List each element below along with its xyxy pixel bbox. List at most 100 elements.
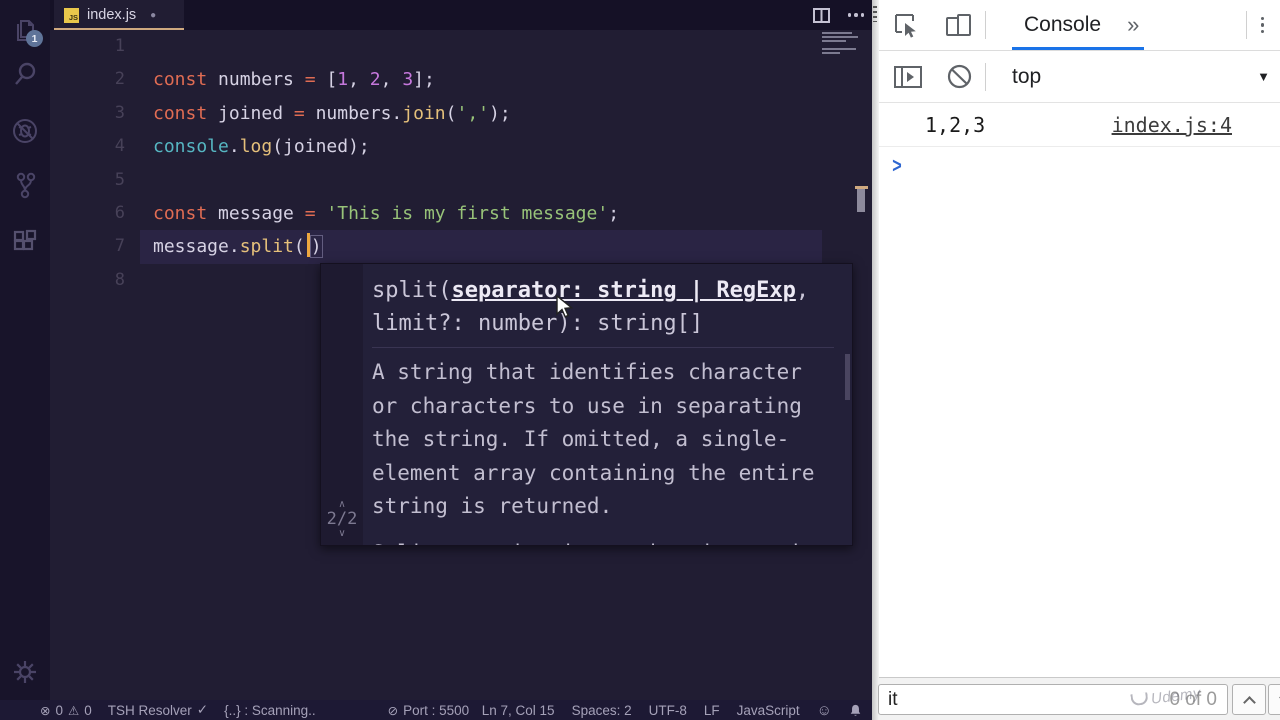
line-number: 6 [114,202,125,223]
javascript-file-icon: JS [64,7,79,23]
problems-indicator[interactable]: ⊗ 0 ⚠ 0 [40,702,92,718]
screen: 1 JS index.js ● 1 2 const numbers = [1, … [0,0,1280,720]
hint-pager-gutter: ∧ 2/2 ∨ [321,264,363,545]
code-line[interactable]: 5 [50,164,872,197]
bell-icon[interactable] [849,704,862,717]
find-query-text: it [888,688,898,710]
code-text: const message = 'This is my first messag… [153,202,620,224]
vscode-window: 1 JS index.js ● 1 2 const numbers = [1, … [0,0,872,720]
toolbar-divider [1245,11,1247,39]
clear-console-icon[interactable] [946,63,973,90]
find-bar: it 0 of 0 Udemy [878,677,1280,720]
line-number: 7 [114,236,125,257]
check-icon: ✓ [196,702,209,717]
code-line[interactable]: 7 message.split() [50,230,872,264]
search-icon[interactable] [0,60,50,88]
extensions-icon[interactable] [0,228,50,256]
code-text: const numbers = [1, 2, 3]; [153,69,435,91]
hint-signature: split(separator: string | RegExp, limit?… [372,274,834,348]
context-dropdown-icon[interactable]: ▼ [1257,69,1270,84]
code-line[interactable]: 1 [50,30,872,63]
code-line[interactable]: 3 const joined = numbers.join(','); [50,97,872,130]
find-next-icon[interactable] [1268,684,1280,715]
warning-count: 0 [84,702,92,718]
unsaved-dot-icon: ● [150,9,157,21]
tab-indexjs[interactable]: JS index.js ● [54,0,184,30]
find-input[interactable]: it 0 of 0 [878,684,1228,715]
matching-bracket: ) [309,235,323,259]
tab-bar: JS index.js ● [50,0,872,30]
split-editor-icon[interactable] [812,7,830,23]
feedback-smiley-icon[interactable]: ☺ [817,702,832,719]
console-prompt-row[interactable]: > [879,147,1280,185]
hint-scrollbar[interactable] [845,354,850,400]
devtools-panel: Console » top ▼ 1,2,3 index.js:4 > it 0 … [872,0,1280,720]
find-match-count: 0 of 0 [1169,688,1217,710]
line-number: 1 [114,36,125,56]
active-tab-indicator [1012,47,1144,50]
line-number: 8 [114,269,125,290]
hint-next-icon[interactable]: ∨ [338,529,345,539]
tab-console[interactable]: Console [1024,13,1101,37]
hint-active-param: separator: string | RegExp [451,278,796,303]
code-line[interactable]: 4 console.log(joined); [50,130,872,163]
hint-documentation: A string that identifies character or ch… [372,348,834,546]
console-log-value[interactable]: 1,2,3 [925,113,985,137]
errors-icon: ⊗ [40,703,51,718]
line-number: 3 [114,102,125,123]
minimap[interactable] [822,32,862,56]
hint-summary-doc: Split a string into substrings using the… [372,537,834,546]
more-actions-icon[interactable] [847,13,864,17]
hint-param-doc: A string that identifies character or ch… [372,360,815,518]
more-tabs-icon[interactable]: » [1127,12,1139,38]
live-server-port[interactable]: ⊘ Port : 5500 [388,703,470,718]
code-text: message.split() [153,230,323,263]
toolbar-divider [985,11,986,39]
devtools-menu-icon[interactable] [1260,16,1264,34]
cursor-position[interactable]: Ln 7, Col 15 [482,703,555,718]
line-number: 2 [114,69,125,90]
find-prev-icon[interactable] [1232,684,1266,715]
activity-bar: 1 [0,0,50,700]
code-editor[interactable]: 1 2 const numbers = [1, 2, 3]; 3 const joine… [50,30,872,700]
parameter-hints-tooltip: ∧ 2/2 ∨ split(separator: string | RegExp… [320,263,853,546]
editor-scrollbar[interactable] [857,189,865,212]
line-number: 5 [114,169,125,190]
code-text: const joined = numbers.join(','); [153,102,511,124]
execution-context-selector[interactable]: top [1012,65,1041,89]
debug-icon[interactable] [0,116,50,146]
console-log-row: 1,2,3 index.js:4 [879,104,1280,147]
console-toolbar: top ▼ [879,51,1280,103]
devtools-tabbar: Console » [879,0,1280,51]
port-icon: ⊘ [387,703,399,718]
code-line[interactable]: 6 const message = 'This is my first messa… [50,197,872,230]
console-sidebar-icon[interactable] [893,65,923,89]
eol-sequence[interactable]: LF [704,703,720,718]
hint-pager-count: 2/2 [326,509,358,529]
error-count: 0 [55,702,63,718]
line-number: 4 [114,136,125,157]
warnings-icon: ⚠ [68,703,80,718]
code-text: console.log(joined); [153,136,370,158]
prompt-chevron-icon: > [892,153,902,178]
encoding[interactable]: UTF-8 [649,703,687,718]
settings-gear-icon[interactable] [0,658,50,686]
toolbar-divider [985,62,986,91]
tab-filename: index.js [87,7,137,23]
mouse-pointer [555,294,577,325]
language-mode[interactable]: JavaScript [737,703,800,718]
code-area: 1 2 const numbers = [1, 2, 3]; 3 const joine… [50,30,872,297]
device-toolbar-icon[interactable] [944,12,973,39]
inspect-icon[interactable] [893,12,920,39]
code-line[interactable]: 2 const numbers = [1, 2, 3]; [50,63,872,96]
scanning-status[interactable]: {..} : Scanning.. [224,702,316,718]
explorer-icon[interactable]: 1 [0,14,50,47]
panel-resize-handle[interactable] [872,0,879,720]
tsh-resolver-status[interactable]: TSH Resolver ✓ [108,702,208,718]
indentation[interactable]: Spaces: 2 [572,703,632,718]
explorer-badge: 1 [26,30,43,47]
source-control-icon[interactable] [0,170,50,200]
console-source-link[interactable]: index.js:4 [1112,113,1232,137]
status-bar: ⊗ 0 ⚠ 0 TSH Resolver ✓ {..} : Scanning..… [0,700,872,720]
text-cursor [306,233,310,258]
